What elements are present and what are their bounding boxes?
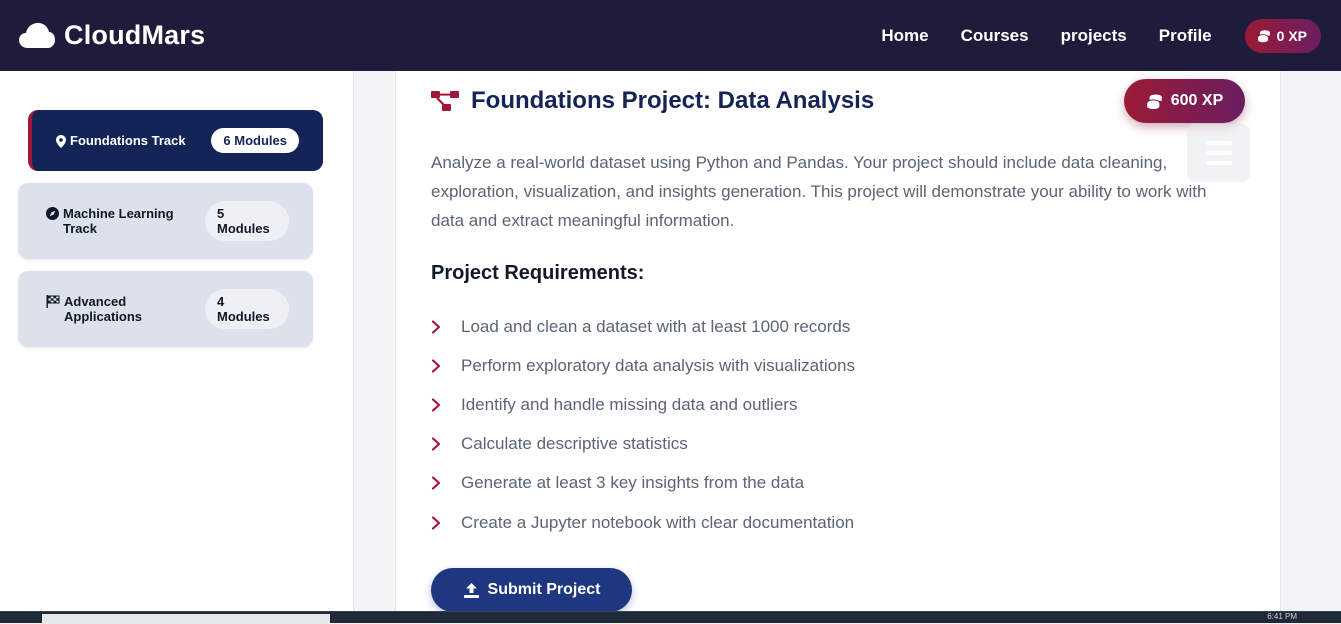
project-title: Foundations Project: Data Analysis — [471, 87, 875, 114]
project-diagram-icon — [431, 91, 459, 111]
track-name: Advanced Applications — [64, 294, 143, 324]
flag-checkered-icon — [46, 295, 60, 308]
chevron-right-icon — [431, 319, 441, 334]
requirements-heading: Project Requirements: — [431, 262, 645, 284]
modules-label: Modules — [217, 221, 270, 236]
requirement-text: Generate at least 3 key insights from th… — [461, 472, 805, 492]
map-pin-icon — [56, 134, 66, 148]
taskbar-clock: 6:41 PM — [1267, 612, 1297, 621]
cloud-icon — [19, 22, 55, 48]
nav-link-courses[interactable]: Courses — [961, 26, 1029, 46]
nav-link-projects[interactable]: projects — [1061, 26, 1127, 46]
list-item: Load and clean a dataset with at least 1… — [431, 307, 855, 346]
track-name: Machine Learning Track — [63, 206, 174, 236]
xp-reward-value: 600 XP — [1170, 92, 1224, 109]
project-description: Analyze a real-world dataset using Pytho… — [431, 153, 1207, 230]
brand-logo[interactable]: CloudMars — [18, 20, 205, 51]
sidebar-item-advanced-applications[interactable]: Advanced Applications 4 Modules — [18, 271, 313, 347]
modules-count-badge: 6 Modules — [211, 128, 299, 153]
nav-link-home[interactable]: Home — [881, 26, 928, 46]
sidebar-item-foundations-track[interactable]: Foundations Track 6 Modules — [28, 110, 323, 171]
requirement-text: Create a Jupyter notebook with clear doc… — [461, 512, 855, 532]
xp-badge[interactable]: 0 XP — [1244, 18, 1321, 53]
modules-count: 4 — [217, 294, 225, 309]
nav-links: Home Courses projects Profile 0 XP — [881, 18, 1321, 53]
requirements-list: Load and clean a dataset with at least 1… — [431, 307, 855, 542]
sidebar-item-machine-learning-track[interactable]: Machine Learning Track 5 Modules — [18, 183, 313, 259]
chevron-right-icon — [431, 397, 441, 412]
list-item: Create a Jupyter notebook with clear doc… — [431, 503, 855, 542]
chevron-right-icon — [431, 515, 441, 530]
submit-project-button[interactable]: Submit Project — [431, 568, 632, 612]
chevron-right-icon — [431, 475, 441, 490]
brand-name: CloudMars — [64, 20, 206, 50]
nav-link-profile[interactable]: Profile — [1159, 26, 1212, 46]
os-taskbar: 6:41 PM — [0, 611, 1341, 624]
list-item: Calculate descriptive statistics — [431, 424, 855, 463]
requirement-text: Calculate descriptive statistics — [461, 433, 688, 453]
chevron-right-icon — [431, 358, 441, 373]
modules-count-badge: 5 Modules — [205, 201, 289, 241]
compass-icon — [46, 207, 59, 220]
modules-count: 5 — [217, 206, 225, 221]
project-card: Foundations Project: Data Analysis 600 X… — [395, 71, 1281, 616]
tracks-sidebar: Foundations Track 6 Modules Machine Lear… — [0, 71, 354, 611]
requirement-text: Identify and handle missing data and out… — [461, 394, 798, 414]
list-item: Identify and handle missing data and out… — [431, 385, 855, 424]
chevron-right-icon — [431, 436, 441, 451]
track-name: Foundations Track — [70, 133, 186, 148]
xp-reward-badge: 600 XP — [1124, 79, 1245, 123]
submit-label: Submit Project — [487, 581, 601, 598]
project-header: Foundations Project: Data Analysis — [431, 87, 874, 115]
modules-label: Modules — [217, 309, 270, 324]
top-navbar: CloudMars Home Courses projects Profile … — [0, 0, 1341, 71]
requirement-text: Perform exploratory data analysis with v… — [461, 355, 856, 375]
requirement-text: Load and clean a dataset with at least 1… — [461, 316, 851, 336]
list-item: Generate at least 3 key insights from th… — [431, 463, 855, 502]
list-item: Perform exploratory data analysis with v… — [431, 346, 855, 385]
modules-count-badge: 4 Modules — [205, 289, 289, 329]
upload-icon — [463, 582, 479, 598]
main-content: Foundations Project: Data Analysis 600 X… — [354, 71, 1341, 616]
coins-icon — [1146, 93, 1162, 109]
xp-value: 0 XP — [1276, 27, 1307, 44]
coins-icon — [1257, 29, 1270, 42]
